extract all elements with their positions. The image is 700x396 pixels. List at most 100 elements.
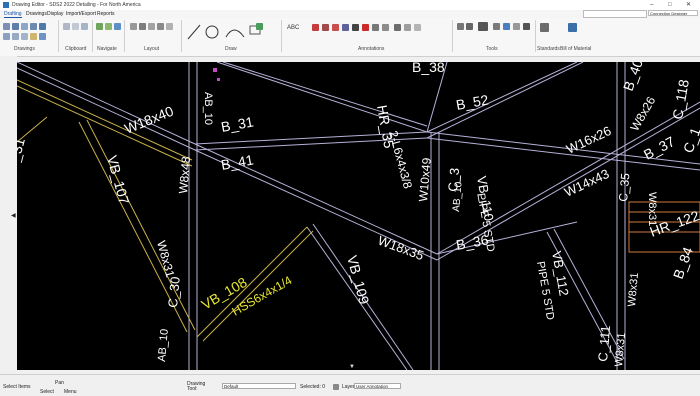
model-view[interactable]: B_38 B_52 B_40 C_118 W18x40 B_31 HR_35 2… (17, 62, 700, 370)
tool-settings-icon[interactable] (523, 23, 530, 30)
app-icon (3, 2, 9, 8)
label-ab-top: AB_10 (202, 92, 214, 125)
label-b31: B_31 (220, 113, 255, 134)
copy-icon[interactable] (12, 33, 19, 40)
label-vb109: VB_109 (344, 254, 372, 306)
label-c1: C_1 (680, 125, 700, 155)
layout-scale-icon[interactable] (157, 23, 164, 30)
tab-reports[interactable]: Reports (97, 11, 115, 17)
label-w8x31-left: W8x31 (154, 239, 177, 279)
tool-calc-icon[interactable] (513, 23, 520, 30)
line-tool-icon[interactable] (187, 24, 201, 40)
menu-button[interactable]: Menu (64, 389, 77, 395)
label-b37: B_37 (641, 133, 678, 163)
details-icon[interactable] (39, 33, 46, 40)
save-drawing-icon[interactable] (21, 23, 28, 30)
clipboard-paste-icon[interactable] (81, 23, 88, 30)
weld-symbol-icon[interactable] (332, 24, 339, 31)
label-ab10-c3: AB_10 (451, 181, 465, 212)
camera-icon[interactable] (478, 22, 488, 31)
draw-tools (187, 24, 261, 40)
group-label-bill-of-material[interactable]: Bill of Material (560, 46, 591, 52)
drawing-tool-label: Drawing Tool: (187, 381, 206, 392)
dimension-icon[interactable] (312, 24, 319, 31)
tab-import-export[interactable]: Import/Export (66, 11, 96, 17)
search-input[interactable] (583, 10, 647, 18)
tab-display[interactable]: Display (47, 11, 63, 17)
tab-drafting[interactable]: Drafting (4, 11, 22, 18)
label-b41: B_41 (220, 151, 255, 172)
label-c111: C_111 (595, 325, 613, 363)
lock-icon[interactable] (333, 384, 339, 390)
arc-tool-icon[interactable] (225, 29, 245, 38)
bill-of-material-icon[interactable] (568, 23, 577, 32)
window-title: Drawing Editor - SDS2 2022 Detailing - F… (12, 2, 141, 8)
pan-icon[interactable] (105, 23, 112, 30)
new-drawing-icon[interactable] (3, 23, 10, 30)
minimize-icon[interactable]: – (650, 1, 653, 9)
pencil-icon[interactable] (362, 24, 369, 31)
group-label-annotations[interactable]: Annotations (358, 46, 384, 52)
label-w8x26: W8x26 (627, 94, 658, 134)
separator (58, 20, 59, 52)
layer-select[interactable]: User Annotation (354, 383, 401, 389)
tool-3d-icon[interactable] (503, 23, 510, 30)
group-label-navigate[interactable]: Navigate (97, 46, 117, 52)
note-icon[interactable] (414, 24, 421, 31)
select-button[interactable]: Select (40, 389, 54, 395)
label-w8x31-right2: W8x31 (626, 272, 641, 307)
text-tool-icon[interactable]: ABC (287, 25, 299, 31)
circle-tool-icon[interactable] (205, 25, 219, 39)
ribbon: Drawings Clipboard Navigate Layout Draw … (0, 18, 700, 57)
clipboard-copy-icon[interactable] (72, 23, 79, 30)
close-icon[interactable]: ✕ (686, 1, 691, 9)
label-w8x48: W8x48 (176, 156, 193, 195)
group-label-draw[interactable]: Draw (225, 46, 237, 52)
status-bar: Select Items Pan Select Menu Drawing Too… (0, 374, 700, 396)
group-label-drawings: Drawings (14, 46, 35, 52)
drawing-tool-select[interactable]: Default (222, 383, 296, 389)
section-icon[interactable] (342, 24, 349, 31)
label-b40: B_40 (620, 62, 646, 93)
print-icon[interactable] (30, 23, 37, 30)
group-label-standards[interactable]: Standards (537, 46, 560, 52)
label-c35: C_35 (616, 172, 632, 202)
label-b84: B_84 (670, 245, 696, 281)
zoom-icon[interactable] (96, 23, 103, 30)
maximize-icon[interactable]: □ (668, 1, 672, 9)
separator (452, 20, 453, 52)
group-label-tools[interactable]: Tools (486, 46, 498, 52)
collapse-left-icon[interactable]: ◀ (11, 212, 16, 219)
cut-icon[interactable] (3, 33, 10, 40)
folder-icon[interactable] (30, 33, 37, 40)
callout-icon[interactable] (404, 24, 411, 31)
layout-align-icon[interactable] (139, 23, 146, 30)
drawing-list-icon[interactable] (39, 23, 46, 30)
connection-designer-combo[interactable]: Connection Designer (648, 10, 698, 16)
group-label-layout[interactable]: Layout (144, 46, 159, 52)
expand-down-icon[interactable]: ▼ (349, 364, 355, 370)
layout-views-icon[interactable] (148, 23, 155, 30)
paste-icon[interactable] (21, 33, 28, 40)
fit-icon[interactable] (114, 23, 121, 30)
standards-icon[interactable] (540, 23, 549, 32)
open-drawing-icon[interactable] (12, 23, 19, 30)
label-vb112: VB_112 (549, 250, 572, 297)
elevation-icon[interactable] (382, 24, 389, 31)
layout-sheet-icon[interactable] (166, 23, 173, 30)
drawing-canvas[interactable]: B_38 B_52 B_40 C_118 W18x40 B_31 HR_35 2… (17, 62, 700, 370)
fill-tool-icon[interactable] (256, 23, 263, 30)
annotation-more-icon[interactable] (394, 24, 401, 31)
tool-ruler-icon[interactable] (466, 23, 473, 30)
tool-grid-icon[interactable] (457, 23, 464, 30)
tool-table-icon[interactable] (493, 23, 500, 30)
clipboard-cut-icon[interactable] (63, 23, 70, 30)
select-items-label: Select Items (3, 384, 31, 390)
separator (181, 20, 182, 52)
tab-drawings[interactable]: Drawings (26, 11, 47, 17)
bolt-mark-icon[interactable] (372, 24, 379, 31)
layout-grid-icon[interactable] (130, 23, 137, 30)
leader-icon[interactable] (322, 24, 329, 31)
label-w16x26: W16x26 (564, 123, 614, 157)
revision-cloud-icon[interactable] (352, 24, 359, 31)
